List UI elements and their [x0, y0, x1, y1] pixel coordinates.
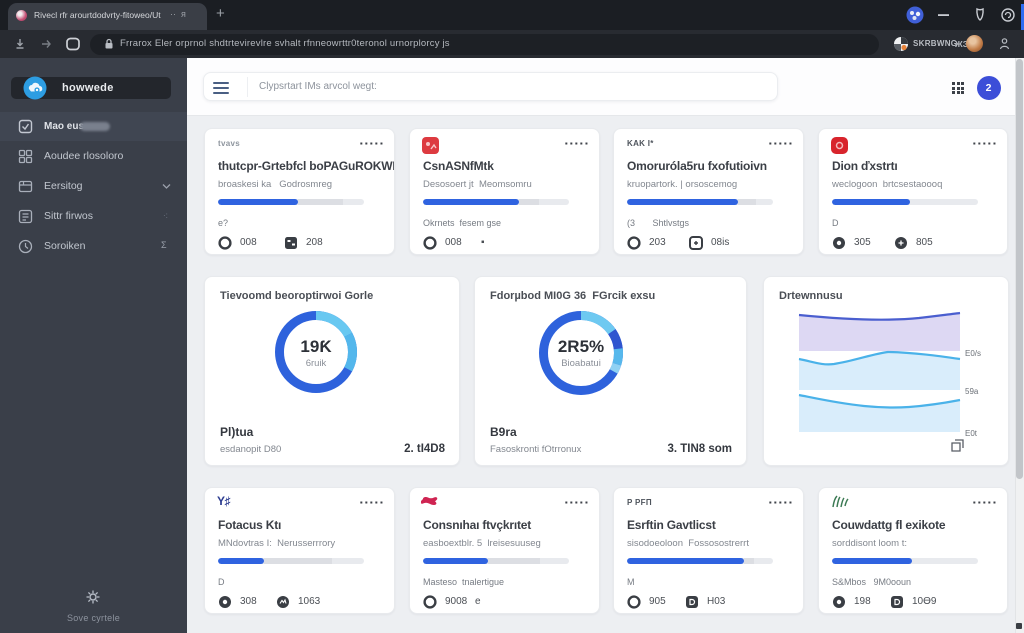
svg-text:E0t: E0t: [965, 429, 978, 438]
svg-text:59a: 59a: [965, 387, 979, 396]
svg-text:E0/s: E0/s: [965, 349, 981, 358]
